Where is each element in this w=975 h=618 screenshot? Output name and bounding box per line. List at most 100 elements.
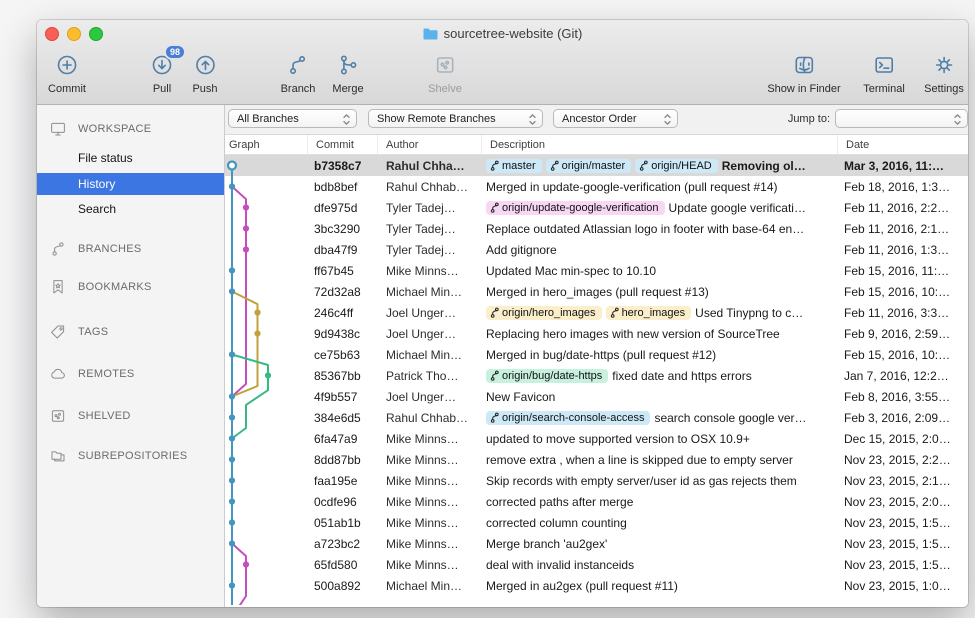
sidebar-item-workspace[interactable]: WORKSPACE: [37, 118, 224, 140]
shelve-box-icon: [428, 49, 462, 81]
toolbar-button-show-in-finder[interactable]: Show in Finder: [767, 49, 840, 95]
graph-cell: [225, 197, 308, 218]
commit-row-051ab1b[interactable]: 051ab1bMike Minns…corrected column count…: [225, 512, 968, 533]
graph-cell: [225, 239, 308, 260]
toolbar-button-label: Shelve: [428, 83, 462, 95]
commit-date: Dec 15, 2015, 2:0…: [838, 428, 968, 449]
commit-row-6fa47a9[interactable]: 6fa47a9Mike Minns…updated to move suppor…: [225, 428, 968, 449]
sidebar-item-label: SUBREPOSITORIES: [78, 450, 220, 462]
commit-author: Michael Min…: [378, 344, 482, 365]
commit-description: Skip records with empty server/user id a…: [482, 470, 838, 491]
commit-hash: faa195e: [308, 470, 378, 491]
commit-hash: 72d32a8: [308, 281, 378, 302]
column-header-description[interactable]: Description: [482, 135, 838, 154]
description-text: New Favicon: [486, 390, 555, 404]
commit-row-dba47f9[interactable]: dba47f9Tyler Tadej…Add gitignoreFeb 11, …: [225, 239, 968, 260]
commit-hash: 65fd580: [308, 554, 378, 575]
filter-bar: Jump to: All BranchesShow Remote Branche…: [225, 105, 968, 135]
sidebar-item-label: WORKSPACE: [78, 123, 220, 135]
commit-row-0cdfe96[interactable]: 0cdfe96Mike Minns…corrected paths after …: [225, 491, 968, 512]
graph-cell: [225, 449, 308, 470]
graph-cell: [225, 554, 308, 575]
graph-cell: [225, 365, 308, 386]
toolbar-button-push[interactable]: Push: [192, 49, 217, 95]
commit-date: Feb 11, 2016, 2:2…: [838, 197, 968, 218]
description-text: remove extra , when a line is skipped du…: [486, 453, 793, 467]
commit-row-b7358c7[interactable]: b7358c7Rahul Chha…masterorigin/masterori…: [225, 155, 968, 176]
column-header-date[interactable]: Date: [838, 135, 968, 154]
remote-branches-select[interactable]: Show Remote Branches: [368, 109, 543, 128]
column-header-commit[interactable]: Commit: [308, 135, 378, 154]
commit-description: origin/bug/date-httpsfixed date and http…: [482, 365, 838, 386]
gear-icon: [924, 49, 964, 81]
commit-author: Mike Minns…: [378, 491, 482, 512]
sidebar-item-branches[interactable]: BRANCHES: [37, 238, 224, 260]
commit-row-faa195e[interactable]: faa195eMike Minns…Skip records with empt…: [225, 470, 968, 491]
commit-hash: bdb8bef: [308, 176, 378, 197]
commit-row-246c4ff[interactable]: 246c4ffJoel Unger…origin/hero_imageshero…: [225, 302, 968, 323]
sidebar-item-tags[interactable]: TAGS: [37, 321, 224, 343]
commit-row-a723bc2[interactable]: a723bc2Mike Minns…Merge branch 'au2gex'N…: [225, 533, 968, 554]
commit-author: Michael Min…: [378, 281, 482, 302]
commit-row-bdb8bef[interactable]: bdb8befRahul Chhab…Merged in update-goog…: [225, 176, 968, 197]
branch-filter-select[interactable]: All Branches: [228, 109, 357, 128]
branch-tag: origin/HEAD: [635, 159, 718, 173]
commit-description: origin/hero_imageshero_imagesUsed Tinypn…: [482, 302, 838, 323]
commit-date: Nov 23, 2015, 1:5…: [838, 512, 968, 533]
commit-author: Mike Minns…: [378, 512, 482, 533]
commit-row-ce75b63[interactable]: ce75b63Michael Min…Merged in bug/date-ht…: [225, 344, 968, 365]
graph-cell: [225, 428, 308, 449]
description-text: Merge branch 'au2gex': [486, 537, 607, 551]
description-text: fixed date and https errors: [612, 369, 751, 383]
commit-row-72d32a8[interactable]: 72d32a8Michael Min…Merged in hero_images…: [225, 281, 968, 302]
commit-row-dfe975d[interactable]: dfe975dTyler Tadej…origin/update-google-…: [225, 197, 968, 218]
commit-list: b7358c7Rahul Chha…masterorigin/masterori…: [225, 155, 968, 607]
commit-description: Merged in bug/date-https (pull request #…: [482, 344, 838, 365]
sidebar-item-search[interactable]: Search: [37, 198, 224, 220]
commit-date: Nov 23, 2015, 1:5…: [838, 533, 968, 554]
sidebar-item-bookmarks[interactable]: BOOKMARKS: [37, 276, 224, 298]
commit-row-65fd580[interactable]: 65fd580Mike Minns…deal with invalid inst…: [225, 554, 968, 575]
commit-row-8dd87bb[interactable]: 8dd87bbMike Minns…remove extra , when a …: [225, 449, 968, 470]
commit-row-500a892[interactable]: 500a892Michael Min…Merged in au2gex (pul…: [225, 575, 968, 596]
column-header-author[interactable]: Author: [378, 135, 482, 154]
sidebar-item-subrepositories[interactable]: SUBREPOSITORIES: [37, 445, 224, 467]
commit-description: Merged in update-google-verification (pu…: [482, 176, 838, 197]
commit-description: corrected paths after merge: [482, 491, 838, 512]
toolbar-button-pull[interactable]: 98Pull: [150, 49, 174, 95]
toolbar-button-merge[interactable]: Merge: [332, 49, 363, 95]
plus-circle-icon: [48, 49, 86, 81]
sidebar-item-remotes[interactable]: REMOTES: [37, 363, 224, 385]
tag-icon: [49, 323, 67, 341]
terminal-icon: [863, 49, 905, 81]
description-text: Updated Mac min-spec to 10.10: [486, 264, 656, 278]
toolbar-button-settings[interactable]: Settings: [924, 49, 964, 95]
toolbar-button-branch[interactable]: Branch: [281, 49, 316, 95]
sidebar-item-history[interactable]: History: [37, 173, 224, 195]
commit-description: updated to move supported version to OSX…: [482, 428, 838, 449]
commit-row-4f9b557[interactable]: 4f9b557Joel Unger…New FaviconFeb 8, 2016…: [225, 386, 968, 407]
commit-row-384e6d5[interactable]: 384e6d5Rahul Chhab…origin/search-console…: [225, 407, 968, 428]
jump-to-select[interactable]: [835, 109, 968, 128]
graph-cell: [225, 260, 308, 281]
toolbar-button-terminal[interactable]: Terminal: [863, 49, 905, 95]
sidebar-item-file-status[interactable]: File status: [37, 147, 224, 169]
description-text: Merged in update-google-verification (pu…: [486, 180, 778, 194]
git-branch-icon: [490, 160, 499, 171]
commit-row-3bc3290[interactable]: 3bc3290Tyler Tadej…Replace outdated Atla…: [225, 218, 968, 239]
description-text: Update google verificati…: [669, 201, 806, 215]
chevron-up-down-icon: [526, 112, 539, 130]
graph-cell: [225, 512, 308, 533]
commit-date: Nov 23, 2015, 1:5…: [838, 554, 968, 575]
commit-hash: b7358c7: [308, 155, 378, 176]
toolbar-button-label: Show in Finder: [767, 83, 840, 95]
sidebar-item-shelved[interactable]: SHELVED: [37, 405, 224, 427]
commit-date: Feb 11, 2016, 2:1…: [838, 218, 968, 239]
column-header-graph[interactable]: Graph: [225, 135, 308, 154]
order-select[interactable]: Ancestor Order: [553, 109, 678, 128]
commit-row-ff67b45[interactable]: ff67b45Mike Minns…Updated Mac min-spec t…: [225, 260, 968, 281]
commit-row-9d9438c[interactable]: 9d9438cJoel Unger…Replacing hero images …: [225, 323, 968, 344]
folders-icon: [49, 447, 67, 465]
toolbar-button-commit[interactable]: Commit: [48, 49, 86, 95]
commit-row-85367bb[interactable]: 85367bbPatrick Tho…origin/bug/date-https…: [225, 365, 968, 386]
